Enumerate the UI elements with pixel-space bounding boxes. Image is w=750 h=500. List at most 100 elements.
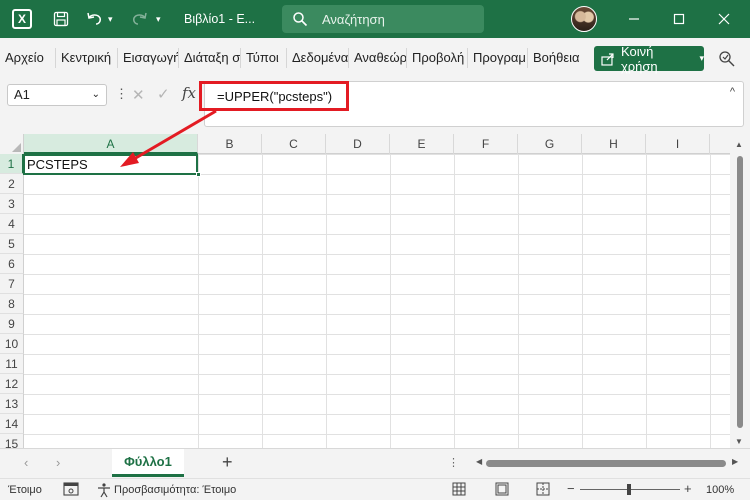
row-header-13[interactable]: 13: [0, 394, 24, 414]
scroll-left-icon[interactable]: ◀: [476, 457, 482, 466]
column-line: [518, 154, 519, 448]
name-box-dropdown-icon[interactable]: ⌄: [92, 85, 100, 105]
column-header-d[interactable]: D: [326, 134, 390, 154]
zoom-in-icon[interactable]: +: [684, 481, 692, 496]
scroll-right-icon[interactable]: ▶: [732, 457, 738, 466]
column-line: [326, 154, 327, 448]
column-headers: A B C D E F G H I: [0, 134, 730, 154]
row-header-10[interactable]: 10: [0, 334, 24, 354]
tab-help[interactable]: Βοήθεια: [528, 48, 586, 68]
row-header-7[interactable]: 7: [0, 274, 24, 294]
vertical-scrollbar[interactable]: ▲ ▼: [730, 134, 750, 448]
row-header-5[interactable]: 5: [0, 234, 24, 254]
column-header-e[interactable]: E: [390, 134, 454, 154]
share-icon: [601, 52, 614, 66]
spreadsheet-grid[interactable]: A B C D E F G H I 1 2 3 4 5 6 7 8 9 10 1…: [0, 134, 730, 448]
add-sheet-icon[interactable]: +: [222, 452, 233, 473]
zoom-out-icon[interactable]: −: [567, 481, 575, 496]
cell-a1[interactable]: PCSTEPS: [23, 154, 198, 175]
column-line: [262, 154, 263, 448]
sheet-tab-1[interactable]: Φύλλο1: [112, 449, 184, 477]
status-bar: Έτοιμο Προσβασιμότητα: Έτοιμο − + 100%: [0, 478, 750, 500]
minimize-button[interactable]: [612, 0, 656, 38]
column-line: [198, 154, 199, 448]
vertical-scroll-thumb[interactable]: [737, 156, 743, 428]
accessibility-icon[interactable]: [96, 482, 112, 498]
column-header-f[interactable]: F: [454, 134, 518, 154]
share-dropdown-icon[interactable]: ▾: [699, 53, 704, 64]
column-header-a[interactable]: A: [24, 134, 198, 154]
row-header-9[interactable]: 9: [0, 314, 24, 334]
close-button[interactable]: [702, 0, 746, 38]
select-all-button[interactable]: [0, 134, 24, 154]
quick-access-more-icon[interactable]: ▾: [156, 14, 168, 25]
undo-dropdown-icon[interactable]: ▾: [108, 14, 118, 25]
tab-insert[interactable]: Εισαγωγή: [118, 48, 179, 68]
status-ready: Έτοιμο: [8, 484, 42, 496]
tab-view[interactable]: Προβολή: [407, 48, 468, 68]
name-box-value: A1: [14, 87, 30, 102]
share-label: Κοινή χρήση: [620, 43, 658, 74]
row-header-12[interactable]: 12: [0, 374, 24, 394]
comments-icon[interactable]: [716, 48, 738, 70]
tab-formulas[interactable]: Τύποι: [241, 48, 287, 68]
column-header-b[interactable]: B: [198, 134, 262, 154]
save-icon[interactable]: [50, 8, 72, 30]
insert-function-icon[interactable]: fx: [182, 84, 196, 102]
row-header-6[interactable]: 6: [0, 254, 24, 274]
column-header-h[interactable]: H: [582, 134, 646, 154]
cell-area[interactable]: [24, 154, 730, 448]
scroll-up-icon[interactable]: ▲: [735, 140, 743, 149]
scroll-down-icon[interactable]: ▼: [735, 437, 743, 446]
sheet-tabs-bar: ‹ › Φύλλο1 + ⋮ ◀ ▶: [0, 448, 750, 478]
normal-view-icon[interactable]: [452, 482, 466, 496]
maximize-button[interactable]: [657, 0, 701, 38]
column-line: [390, 154, 391, 448]
tab-file[interactable]: Αρχείο: [0, 48, 56, 68]
tab-data[interactable]: Δεδομένα: [287, 48, 349, 68]
horizontal-scroll-thumb[interactable]: [486, 460, 726, 467]
accessibility-status[interactable]: Προσβασιμότητα: Έτοιμο: [114, 484, 236, 496]
column-header-g[interactable]: G: [518, 134, 582, 154]
column-line: [646, 154, 647, 448]
tab-split-grip-icon[interactable]: ⋮: [448, 456, 459, 469]
cancel-entry-icon: ✕: [132, 87, 145, 104]
tab-review[interactable]: Αναθεώρ: [349, 48, 407, 68]
column-line: [582, 154, 583, 448]
fill-handle[interactable]: [196, 172, 201, 177]
tab-developer[interactable]: Προγραμ: [468, 48, 528, 68]
page-layout-view-icon[interactable]: [495, 482, 509, 496]
collapse-formula-bar-icon[interactable]: ^: [730, 86, 735, 98]
search-box[interactable]: Αναζήτηση: [282, 5, 484, 33]
page-break-view-icon[interactable]: [536, 482, 550, 496]
share-button[interactable]: Κοινή χρήση ▾: [594, 43, 704, 74]
previous-sheet-icon[interactable]: ‹: [24, 455, 28, 470]
column-header-partial[interactable]: [710, 134, 730, 154]
column-header-i[interactable]: I: [646, 134, 710, 154]
tab-page-layout[interactable]: Διάταξη σ: [179, 48, 241, 68]
document-title[interactable]: Βιβλίο1 - Ε...: [184, 12, 255, 26]
search-icon: [293, 12, 308, 27]
row-header-1[interactable]: 1: [0, 154, 24, 174]
zoom-level[interactable]: 100%: [706, 484, 734, 496]
column-line: [710, 154, 711, 448]
row-header-4[interactable]: 4: [0, 214, 24, 234]
row-header-11[interactable]: 11: [0, 354, 24, 374]
row-header-14[interactable]: 14: [0, 414, 24, 434]
row-header-3[interactable]: 3: [0, 194, 24, 214]
macro-recording-icon[interactable]: [63, 482, 79, 496]
row-header-15[interactable]: 15: [0, 434, 24, 448]
row-header-2[interactable]: 2: [0, 174, 24, 194]
search-input[interactable]: Αναζήτηση: [322, 12, 385, 27]
undo-icon[interactable]: [84, 8, 106, 30]
name-box[interactable]: A1 ⌄: [7, 84, 107, 106]
formula-bar-grip-icon[interactable]: ⋮: [115, 86, 128, 102]
next-sheet-icon[interactable]: ›: [56, 455, 60, 470]
user-avatar[interactable]: [571, 6, 597, 32]
annotation-highlight-box: [199, 81, 349, 111]
column-header-c[interactable]: C: [262, 134, 326, 154]
row-header-8[interactable]: 8: [0, 294, 24, 314]
excel-app-icon: X: [12, 9, 32, 29]
tab-home[interactable]: Κεντρική: [56, 48, 118, 68]
zoom-slider-thumb[interactable]: [627, 484, 631, 495]
